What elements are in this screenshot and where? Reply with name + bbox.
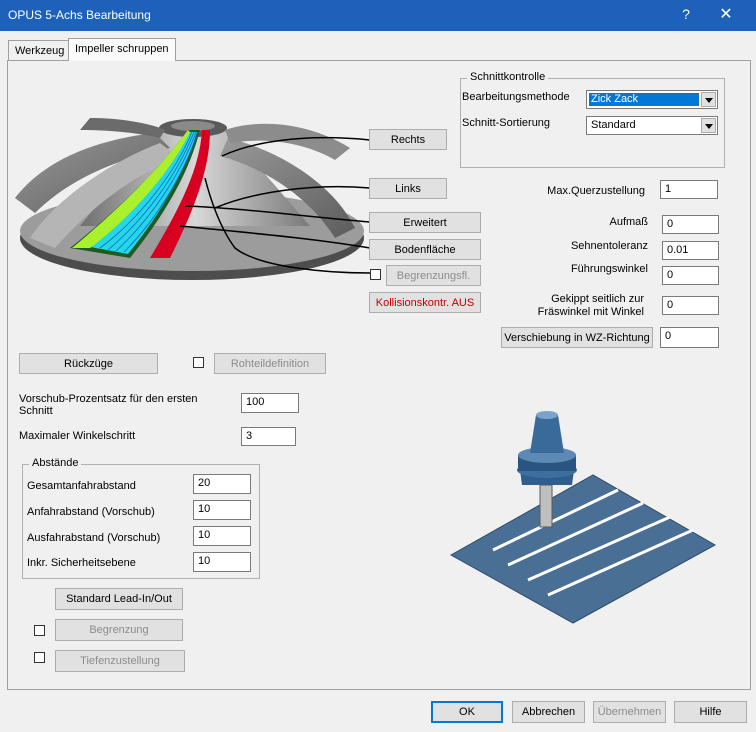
close-icon[interactable]: ✕: [716, 4, 736, 24]
winkelschritt-input[interactable]: 3: [241, 427, 296, 446]
aufmass-label: Aufmaß: [609, 216, 648, 228]
gekippt-input[interactable]: 0: [662, 296, 719, 315]
kollisionskontrolle-button[interactable]: Kollisionskontr. AUS: [369, 292, 481, 313]
winkelschritt-label: Maximaler Winkelschritt: [19, 430, 136, 442]
anfahrabstand-label: Anfahrabstand (Vorschub): [27, 506, 155, 518]
fuehrungswinkel-input[interactable]: 0: [662, 266, 719, 285]
verschiebung-button[interactable]: Verschiebung in WZ-Richtung: [501, 327, 653, 348]
help-icon[interactable]: ?: [676, 6, 696, 22]
tiefenzustellung-button[interactable]: Tiefenzustellung: [55, 650, 185, 672]
rohteildefinition-button[interactable]: Rohteildefinition: [214, 353, 326, 374]
hilfe-button[interactable]: Hilfe: [674, 701, 747, 723]
aufmass-input[interactable]: 0: [662, 215, 719, 234]
chevron-down-icon[interactable]: [701, 92, 716, 107]
chevron-down-icon[interactable]: [701, 118, 716, 133]
ok-button[interactable]: OK: [431, 701, 503, 723]
gesamtanfahrabstand-label: Gesamtanfahrabstand: [27, 480, 136, 492]
fuehrungswinkel-label: Führungswinkel: [570, 263, 648, 275]
bearbeitungsmethode-label: Bearbeitungsmethode: [462, 91, 570, 103]
lead-in-out-button[interactable]: Standard Lead-In/Out: [55, 588, 183, 610]
schnitt-sortierung-value: Standard: [591, 119, 636, 131]
max-querzustellung-input[interactable]: 1: [660, 180, 718, 199]
rueckzuege-button[interactable]: Rückzüge: [19, 353, 158, 374]
rohteil-checkbox[interactable]: [193, 357, 204, 368]
begrenzung-button[interactable]: Begrenzung: [55, 619, 183, 641]
anfahrabstand-input[interactable]: 10: [193, 500, 251, 520]
tab-impeller-schruppen[interactable]: Impeller schruppen: [68, 38, 176, 61]
tab-werkzeug[interactable]: Werkzeug: [8, 40, 72, 61]
sicherheitsebene-label: Inkr. Sicherheitsebene: [27, 557, 136, 569]
sehnentoleranz-label: Sehnentoleranz: [570, 240, 648, 252]
bearbeitungsmethode-select[interactable]: Zick Zack: [586, 90, 718, 109]
max-querzustellung-label: Max.Querzustellung: [547, 185, 645, 197]
schnitt-sortierung-select[interactable]: Standard: [586, 116, 718, 135]
verschiebung-input[interactable]: 0: [660, 327, 719, 348]
abbrechen-button[interactable]: Abbrechen: [512, 701, 585, 723]
ausfahrabstand-label: Ausfahrabstand (Vorschub): [27, 532, 161, 544]
schnittkontrolle-title: Schnittkontrolle: [467, 71, 549, 83]
begrenzung-checkbox[interactable]: [34, 625, 45, 636]
erweitert-button[interactable]: Erweitert: [369, 212, 481, 233]
rechts-button[interactable]: Rechts: [369, 129, 447, 150]
schnitt-sortierung-label: Schnitt-Sortierung: [462, 117, 551, 129]
begrenzungsfl-button[interactable]: Begrenzungsfl.: [386, 265, 481, 286]
begrenzungsfl-checkbox[interactable]: [370, 269, 381, 280]
gekippt-label-2: Fräswinkel mit Winkel: [537, 306, 644, 318]
gesamtanfahrabstand-input[interactable]: 20: [193, 474, 251, 494]
sicherheitsebene-input[interactable]: 10: [193, 552, 251, 572]
abstaende-title: Abstände: [29, 457, 82, 469]
vorschub-label: Vorschub-Prozentsatz für den ersten Schn…: [19, 393, 198, 417]
title-bar: OPUS 5-Achs Bearbeitung ? ✕: [0, 0, 756, 31]
sehnentoleranz-input[interactable]: 0.01: [662, 241, 719, 260]
window-title: OPUS 5-Achs Bearbeitung: [8, 8, 151, 22]
gekippt-label-1: Gekippt seitlich zur: [551, 293, 644, 305]
ausfahrabstand-input[interactable]: 10: [193, 526, 251, 546]
bearbeitungsmethode-value: Zick Zack: [589, 93, 699, 106]
bodenflaeche-button[interactable]: Bodenfläche: [369, 239, 481, 260]
uebernehmen-button[interactable]: Übernehmen: [593, 701, 666, 723]
links-button[interactable]: Links: [369, 178, 447, 199]
tool-illustration: [449, 411, 717, 624]
vorschub-input[interactable]: 100: [241, 393, 299, 413]
tiefenzustellung-checkbox[interactable]: [34, 652, 45, 663]
